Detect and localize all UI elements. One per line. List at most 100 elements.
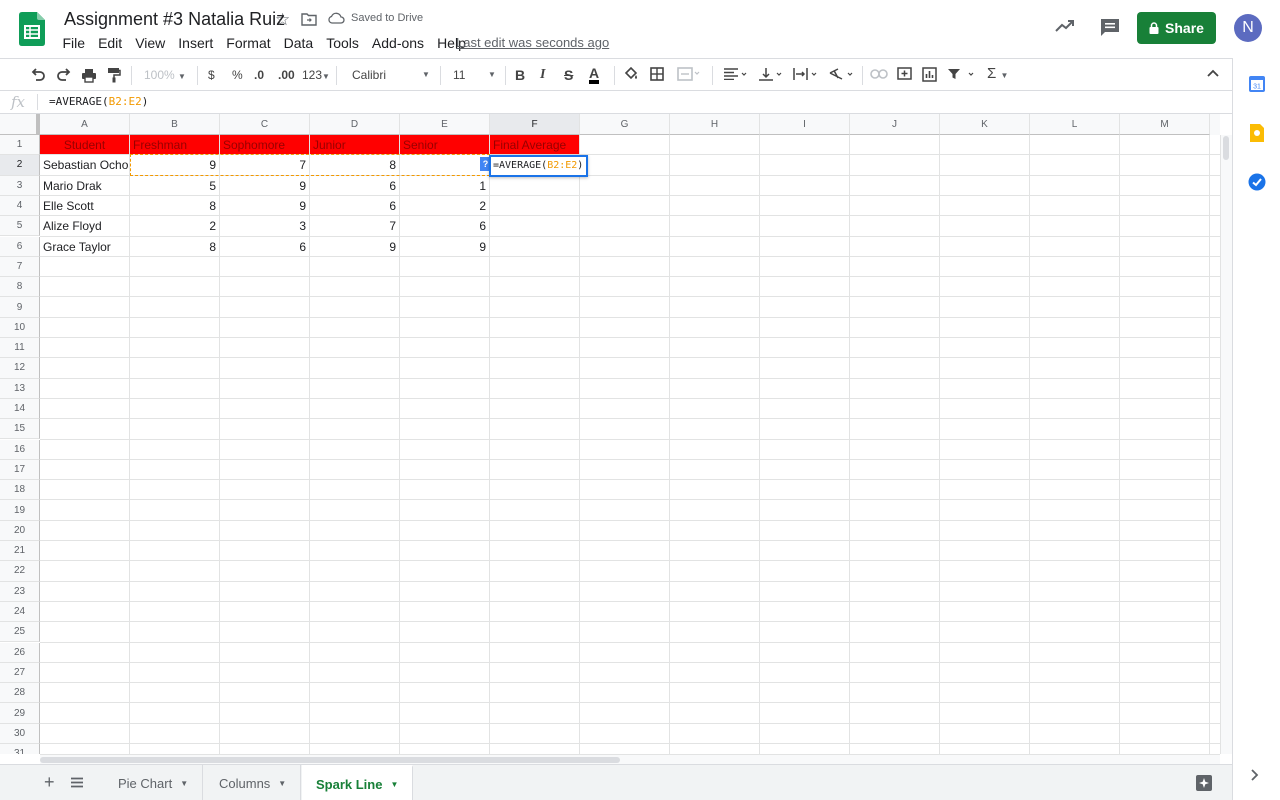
row-header[interactable]: 17 (0, 459, 40, 481)
font-select[interactable]: Calibri ▼ (352, 66, 432, 84)
column-header-d[interactable]: D (310, 114, 400, 135)
score-cell[interactable]: 9 (220, 196, 309, 215)
column-header-l[interactable]: L (1030, 114, 1120, 135)
account-avatar[interactable]: N (1234, 14, 1262, 42)
currency-format-button[interactable]: $ (208, 66, 215, 84)
row-header[interactable]: 21 (0, 541, 40, 562)
row-header[interactable]: 13 (0, 378, 40, 399)
menu-addons[interactable]: Add-ons (365, 33, 430, 53)
column-header-i[interactable]: I (760, 114, 850, 135)
row-header[interactable]: 9 (0, 297, 40, 318)
row-header[interactable]: 19 (0, 500, 40, 521)
sheets-logo-icon[interactable] (19, 12, 45, 46)
score-cell[interactable]: 6 (220, 237, 309, 256)
row-header[interactable]: 12 (0, 358, 40, 379)
column-header-h[interactable]: H (670, 114, 760, 135)
comment-history-icon[interactable] (1099, 17, 1121, 37)
vertical-scroll-thumb[interactable] (1223, 136, 1229, 160)
column-header-b[interactable]: B (130, 114, 220, 135)
borders-icon[interactable] (650, 67, 664, 81)
row-header[interactable]: 10 (0, 317, 40, 338)
explore-icon[interactable] (1196, 775, 1212, 791)
row-header[interactable]: 16 (0, 439, 40, 460)
menu-view[interactable]: View (129, 33, 172, 53)
undo-icon[interactable] (30, 68, 46, 82)
fill-color-icon[interactable] (623, 67, 639, 81)
spreadsheet-grid[interactable]: 1 2 3 4 5 6 7 8 9 10 11 12 13 14 15 16 17 18 19 20 21 22 23 24 2… (0, 114, 1220, 754)
row-header[interactable]: 2 (0, 155, 40, 176)
explore-trend-icon[interactable] (1054, 18, 1076, 34)
menu-insert[interactable]: Insert (172, 33, 220, 53)
header-cell[interactable]: Senior (400, 135, 489, 155)
star-icon[interactable]: ☆ (275, 10, 290, 30)
share-button[interactable]: Share (1137, 12, 1216, 44)
row-header[interactable]: 18 (0, 480, 40, 501)
score-cell[interactable]: 6 (310, 176, 399, 195)
bold-button[interactable]: B (515, 66, 525, 84)
column-header-f[interactable]: F (490, 114, 580, 135)
move-folder-icon[interactable] (301, 12, 317, 26)
row-header[interactable]: 4 (0, 195, 40, 217)
row-header[interactable]: 15 (0, 419, 40, 440)
vertical-scrollbar[interactable] (1220, 135, 1232, 754)
score-cell[interactable]: 3 (220, 216, 309, 235)
zoom-select[interactable]: 100% ▼ (144, 66, 186, 86)
italic-button[interactable]: I (540, 66, 545, 84)
insert-comment-icon[interactable] (897, 67, 912, 82)
row-header[interactable]: 23 (0, 581, 40, 602)
decrease-decimals-button[interactable]: .0 (254, 66, 264, 84)
menu-tools[interactable]: Tools (320, 33, 366, 53)
filter-icon[interactable] (947, 68, 975, 80)
insert-link-icon[interactable] (870, 69, 888, 79)
strikethrough-button[interactable]: S (564, 66, 573, 84)
text-rotation-icon[interactable] (828, 67, 856, 81)
row-header[interactable]: 26 (0, 642, 40, 663)
column-header-c[interactable]: C (220, 114, 310, 135)
score-cell[interactable]: 9 (220, 176, 309, 195)
row-header[interactable]: 22 (0, 561, 40, 582)
tasks-icon[interactable] (1248, 173, 1266, 191)
caret-down-icon[interactable]: ▼ (180, 779, 188, 788)
row-header[interactable]: 25 (0, 622, 40, 643)
row-header[interactable]: 29 (0, 703, 40, 724)
formula-input[interactable]: =AVERAGE(B2:E2) (49, 95, 148, 108)
row-header[interactable]: 11 (0, 338, 40, 359)
percent-format-button[interactable]: % (232, 66, 243, 84)
column-header-k[interactable]: K (940, 114, 1030, 135)
menu-file[interactable]: File (56, 33, 92, 53)
last-edit-link[interactable]: Last edit was seconds ago (456, 35, 609, 50)
header-cell[interactable]: Junior (310, 135, 399, 155)
column-header-e[interactable]: E (400, 114, 490, 135)
calendar-icon[interactable]: 31 (1248, 75, 1266, 93)
text-wrapping-icon[interactable] (792, 67, 820, 81)
score-cell[interactable]: 2 (130, 216, 219, 235)
score-cell[interactable]: 2 (400, 196, 489, 215)
student-name-cell[interactable]: Alize Floyd (40, 216, 129, 235)
student-name-cell[interactable]: Grace Taylor (40, 237, 129, 256)
print-icon[interactable] (81, 68, 97, 83)
text-color-button[interactable]: A (589, 66, 600, 84)
row-header[interactable]: 20 (0, 520, 40, 541)
header-cell[interactable]: Sophomore (220, 135, 309, 155)
menu-edit[interactable]: Edit (92, 33, 129, 53)
row-header[interactable]: 7 (0, 256, 40, 278)
collapse-menus-icon[interactable] (1207, 69, 1219, 77)
caret-down-icon[interactable]: ▼ (390, 780, 398, 789)
column-header-m[interactable]: M (1120, 114, 1210, 135)
row-header[interactable]: 28 (0, 683, 40, 704)
column-header-a[interactable]: A (40, 114, 130, 135)
font-size-select[interactable]: 11 ▼ (453, 66, 499, 84)
menu-data[interactable]: Data (277, 33, 320, 53)
insert-chart-icon[interactable] (922, 67, 937, 82)
all-sheets-icon[interactable] (70, 777, 84, 788)
functions-button[interactable]: Σ ▼ (987, 66, 1008, 84)
sheet-tab-pie-chart[interactable]: Pie Chart ▼ (104, 765, 204, 800)
score-cell[interactable]: 9 (400, 237, 489, 256)
paint-format-icon[interactable] (107, 67, 121, 83)
student-name-cell[interactable]: Elle Scott (40, 196, 129, 215)
horizontal-align-icon[interactable] (723, 68, 749, 80)
select-all-corner[interactable] (0, 114, 40, 135)
header-cell[interactable]: Freshman (130, 135, 219, 155)
sheet-tab-columns[interactable]: Columns ▼ (205, 765, 302, 800)
row-header[interactable]: 3 (0, 175, 40, 196)
